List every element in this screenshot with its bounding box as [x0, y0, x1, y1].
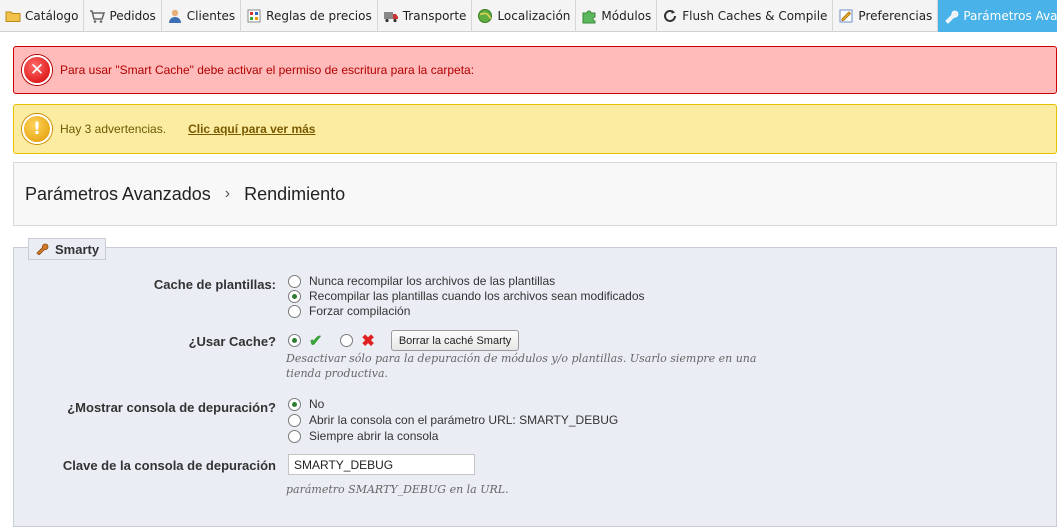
cart-icon	[89, 8, 106, 24]
radio-button[interactable]	[288, 413, 301, 427]
clear-smarty-cache-button[interactable]: Borrar la caché Smarty	[390, 330, 520, 351]
tab-label: Localización	[497, 9, 571, 23]
smarty-legend: Smarty	[28, 238, 107, 260]
breadcrumb-separator: ›	[224, 185, 231, 202]
option-label: Recompilar las plantillas cuando los arc…	[309, 289, 645, 303]
see-more-link[interactable]: Clic aquí para ver más	[188, 122, 315, 136]
use-cache-yes-radio[interactable]	[288, 334, 301, 347]
tab-label: Clientes	[186, 9, 236, 23]
radio-button-selected[interactable]	[288, 397, 301, 411]
wrench-icon	[35, 241, 49, 258]
debug-key-hint: parámetro SMARTY_DEBUG en la URL.	[286, 483, 509, 496]
option-label: No	[309, 397, 325, 411]
cache-option-recompile[interactable]: Recompilar las plantillas cuando los arc…	[288, 289, 645, 303]
tab-label: Reglas de precios	[266, 9, 372, 23]
cache-option-never[interactable]: Nunca recompilar los archivos de las pla…	[288, 274, 555, 288]
error-alert: ✕ Para usar "Smart Cache" debe activar e…	[13, 46, 1057, 94]
refresh-icon	[662, 8, 678, 24]
tab-label: Parámetros Avanzados	[963, 9, 1057, 23]
tab-preferencias[interactable]: Preferencias	[833, 0, 939, 32]
legend-label: Smarty	[55, 241, 100, 257]
folder-icon	[5, 8, 21, 24]
price-rules-icon	[246, 8, 262, 24]
preferences-icon	[838, 8, 854, 24]
breadcrumb: Parámetros Avanzados › Rendimiento	[13, 162, 1057, 226]
smarty-fieldset: Smarty Cache de plantillas: Nunca recomp…	[13, 238, 1057, 527]
warning-exclamation-icon: !	[22, 114, 52, 144]
tab-reglas-de-precios[interactable]: Reglas de precios	[241, 0, 378, 32]
tab-flush-caches[interactable]: Flush Caches & Compile	[657, 0, 834, 32]
globe-icon	[477, 8, 493, 24]
tab-label: Flush Caches & Compile	[682, 9, 828, 23]
use-cache-hint: Desactivar sólo para la depuración de mó…	[286, 352, 757, 380]
tab-catalogo[interactable]: Catálogo	[0, 0, 85, 32]
cross-icon: ✖	[361, 332, 375, 350]
wrench-icon	[943, 8, 959, 24]
tab-label: Transporte	[402, 9, 467, 23]
radio-button[interactable]	[288, 429, 301, 443]
error-x-icon: ✕	[22, 55, 52, 85]
option-label: Siempre abrir la consola	[309, 429, 439, 443]
debug-console-label: ¿Mostrar consola de depuración?	[67, 400, 276, 415]
tab-label: Pedidos	[109, 9, 156, 23]
debug-key-label: Clave de la consola de depuración	[62, 458, 276, 473]
radio-button[interactable]	[288, 304, 301, 318]
page-title: Rendimiento	[244, 183, 346, 204]
tab-label: Módulos	[601, 9, 652, 23]
tab-parametros-avanzados[interactable]: Parámetros Avanzados	[938, 0, 1057, 32]
error-message: Para usar "Smart Cache" debe activar el …	[60, 63, 475, 77]
warning-message: Hay 3 advertencias.	[60, 122, 167, 136]
debug-key-input[interactable]: SMARTY_DEBUG	[288, 454, 475, 475]
cache-option-force[interactable]: Forzar compilación	[288, 304, 410, 318]
tab-label: Preferencias	[858, 9, 933, 23]
use-cache-label: ¿Usar Cache?	[188, 334, 276, 349]
check-icon: ✔	[309, 332, 323, 350]
radio-button-selected[interactable]	[288, 289, 301, 303]
use-cache-toggle: ✔ ✖ Borrar la caché Smarty	[288, 330, 520, 351]
debug-option-url[interactable]: Abrir la consola con el parámetro URL: S…	[288, 413, 618, 427]
debug-option-no[interactable]: No	[288, 397, 324, 411]
tab-pedidos[interactable]: Pedidos	[84, 0, 162, 32]
tab-clientes[interactable]: Clientes	[162, 0, 242, 32]
cache-templates-label: Cache de plantillas:	[153, 277, 276, 292]
warning-alert: ! Hay 3 advertencias. Clic aquí para ver…	[13, 104, 1057, 154]
debug-option-always[interactable]: Siempre abrir la consola	[288, 429, 438, 443]
tab-localizacion[interactable]: Localización	[472, 0, 577, 32]
breadcrumb-parent[interactable]: Parámetros Avanzados	[25, 184, 211, 205]
puzzle-icon	[581, 8, 597, 24]
user-icon	[167, 8, 183, 24]
option-label: Nunca recompilar los archivos de las pla…	[309, 274, 556, 288]
truck-icon	[383, 8, 399, 24]
tab-label: Catálogo	[25, 9, 79, 23]
tab-modulos[interactable]: Módulos	[576, 0, 658, 32]
option-label: Abrir la consola con el parámetro URL: S…	[309, 413, 619, 427]
use-cache-no-radio[interactable]	[340, 334, 354, 347]
tab-transporte[interactable]: Transporte	[378, 0, 473, 32]
radio-button[interactable]	[288, 274, 301, 288]
option-label: Forzar compilación	[309, 304, 411, 318]
top-navigation: Catálogo Pedidos Clientes Reglas de prec…	[0, 0, 1057, 32]
